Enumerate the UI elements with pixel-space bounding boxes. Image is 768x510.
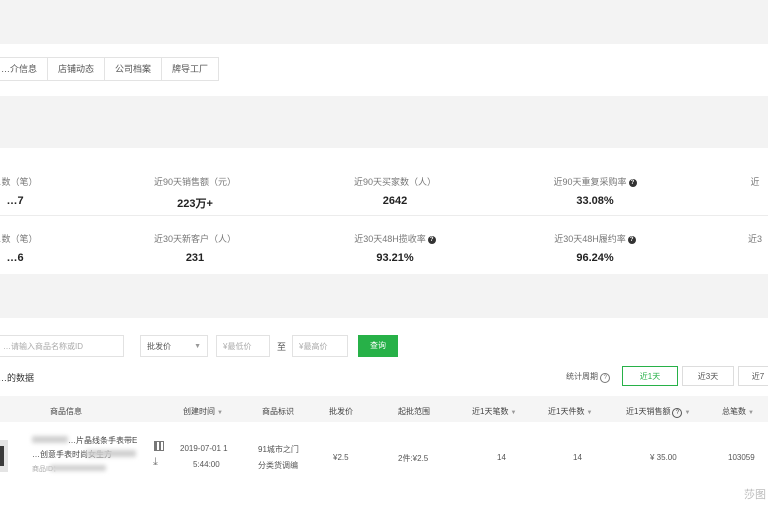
blurred-title-part (86, 450, 136, 457)
shop-page: …介信息 店铺动态 公司档案 牌导工厂 …数（笔） …7 近90天销售额（元） … (0, 0, 768, 510)
stat-truncated-1: 近 (680, 175, 768, 195)
stat-pickup-rate-48h: 近30天48H揽收率? 93.21% (320, 232, 470, 264)
stat-label: 近3 (747, 234, 762, 244)
stat-fulfillment-rate-48h: 近30天48H履约率? 96.24% (520, 232, 670, 264)
total-orders: 103059 (728, 453, 755, 462)
stat-orders-90d: …数（笔） …7 (0, 175, 90, 207)
stat-label: 近90天销售额（元） (153, 177, 236, 187)
chevron-down-icon: ▼ (194, 343, 201, 350)
product-tag-line2: 分类货调编 (258, 461, 298, 470)
min-price-placeholder: ¥最低价 (223, 342, 252, 351)
stat-label: 近30天48H履约率? (520, 232, 670, 245)
max-price-placeholder: ¥最高价 (299, 342, 328, 351)
period-3d-button[interactable]: 近3天 (682, 366, 734, 386)
help-icon[interactable]: ? (427, 236, 436, 244)
col-total-orders[interactable]: 总笔数 ▼ (722, 406, 754, 417)
tab-intro[interactable]: …介信息 (0, 57, 49, 81)
stat-value: 2642 (382, 195, 408, 207)
stat-label: 近90天买家数（人） (353, 177, 436, 187)
stat-value: 231 (185, 252, 205, 264)
product-tag-line1: 91城市之门 (258, 445, 299, 454)
period-7d-button[interactable]: 近7 (738, 366, 768, 386)
download-icon[interactable]: ⤓ (153, 456, 158, 469)
sort-caret-icon: ▼ (217, 410, 223, 416)
stat-label: 近 (750, 177, 760, 187)
wholesale-price: ¥2.5 (333, 453, 349, 462)
stat-buyers-90d: 近90天买家数（人） 2642 (320, 175, 470, 207)
orders-1d: 14 (497, 453, 506, 462)
stat-label: 近30天新客户（人） (153, 234, 236, 244)
col-order-range: 起批范围 (398, 407, 430, 416)
col-sales-1d[interactable]: 近1天销售额? ▼ (626, 406, 690, 418)
stat-orders-30d: …数（笔） …6 (0, 232, 90, 264)
thumbnail-shape (0, 446, 4, 466)
stat-sales-90d: 近90天销售额（元） 223万+ (120, 175, 270, 211)
help-circle-icon[interactable]: ? (600, 373, 611, 383)
stat-value: 93.21% (376, 252, 414, 264)
stat-repurchase-rate: 近90天重复采购率? 33.08% (520, 175, 670, 207)
blurred-title-part (32, 436, 68, 443)
created-time: 5:44:00 (193, 460, 220, 469)
help-icon[interactable]: ? (627, 236, 636, 244)
stat-value: …6 (6, 252, 24, 264)
max-price-input[interactable]: ¥最高价 (292, 335, 348, 357)
stat-value: …7 (6, 195, 24, 207)
col-wholesale-price: 批发价 (329, 407, 353, 416)
stat-value: 96.24% (576, 252, 614, 264)
stat-label: …数（笔） (0, 234, 38, 244)
search-button[interactable]: 查询 (358, 335, 398, 357)
min-price-input[interactable]: ¥最低价 (216, 335, 270, 357)
qrcode-icon[interactable] (154, 441, 164, 451)
col-created-time[interactable]: 创建时间 ▼ (183, 406, 223, 417)
keyword-input[interactable]: …请输入商品名称或ID (0, 335, 124, 357)
stat-label: 近90天重复采购率? (520, 175, 670, 188)
stat-label: 近30天48H揽收率? (320, 232, 470, 245)
sort-caret-icon: ▼ (748, 410, 754, 416)
created-date: 2019-07-01 1 (180, 444, 228, 453)
col-product-info: 商品信息 (50, 407, 82, 416)
sort-caret-icon: ▼ (510, 410, 517, 416)
help-circle-icon[interactable]: ? (672, 408, 683, 418)
stat-truncated-2: 近3 (680, 232, 768, 252)
blurred-product-id (50, 465, 106, 471)
shop-tabs: …介信息 店铺动态 公司档案 牌导工厂 (0, 57, 220, 81)
keyword-placeholder: …请输入商品名称或ID (3, 342, 83, 351)
help-icon[interactable]: ? (628, 179, 637, 187)
range-separator: 至 (277, 342, 287, 352)
sort-caret-icon: ▼ (684, 410, 691, 416)
col-pieces-1d[interactable]: 近1天件数 ▼ (548, 406, 592, 417)
col-orders-1d[interactable]: 近1天笔数 ▼ (472, 406, 516, 417)
stats-divider (0, 215, 768, 216)
col-product-tag: 商品标识 (262, 407, 294, 416)
period-1d-button[interactable]: 近1天 (622, 366, 678, 386)
stat-value: 223万+ (177, 198, 213, 210)
sort-caret-icon: ▼ (586, 410, 593, 416)
product-thumbnail[interactable] (0, 440, 8, 472)
stat-new-customers-30d: 近30天新客户（人） 231 (120, 232, 270, 264)
table-row[interactable]: …片晶线条手表带E …创意手表时尚女生方 商品ID： ⤓ 2019-07-01 … (0, 424, 768, 500)
stat-label: …数（笔） (0, 177, 38, 187)
tab-shop-news[interactable]: 店铺动态 (47, 57, 106, 81)
price-type-value: 批发价 (147, 342, 171, 351)
product-title-line1[interactable]: …片晶线条手表带E (68, 435, 137, 446)
tab-factory[interactable]: 牌导工厂 (161, 57, 220, 81)
sales-1d: ¥ 35.00 (650, 453, 677, 462)
stat-value: 33.08% (576, 195, 614, 207)
data-title: …的数据 (0, 373, 35, 383)
stat-period-label: 统计周期 ? (566, 371, 611, 383)
pieces-1d: 14 (573, 453, 582, 462)
price-type-select[interactable]: 批发价 ▼ (140, 335, 208, 357)
tab-company-profile[interactable]: 公司档案 (104, 57, 163, 81)
order-range: 2件:¥2.5 (398, 454, 429, 463)
watermark: 莎图 (744, 489, 766, 501)
